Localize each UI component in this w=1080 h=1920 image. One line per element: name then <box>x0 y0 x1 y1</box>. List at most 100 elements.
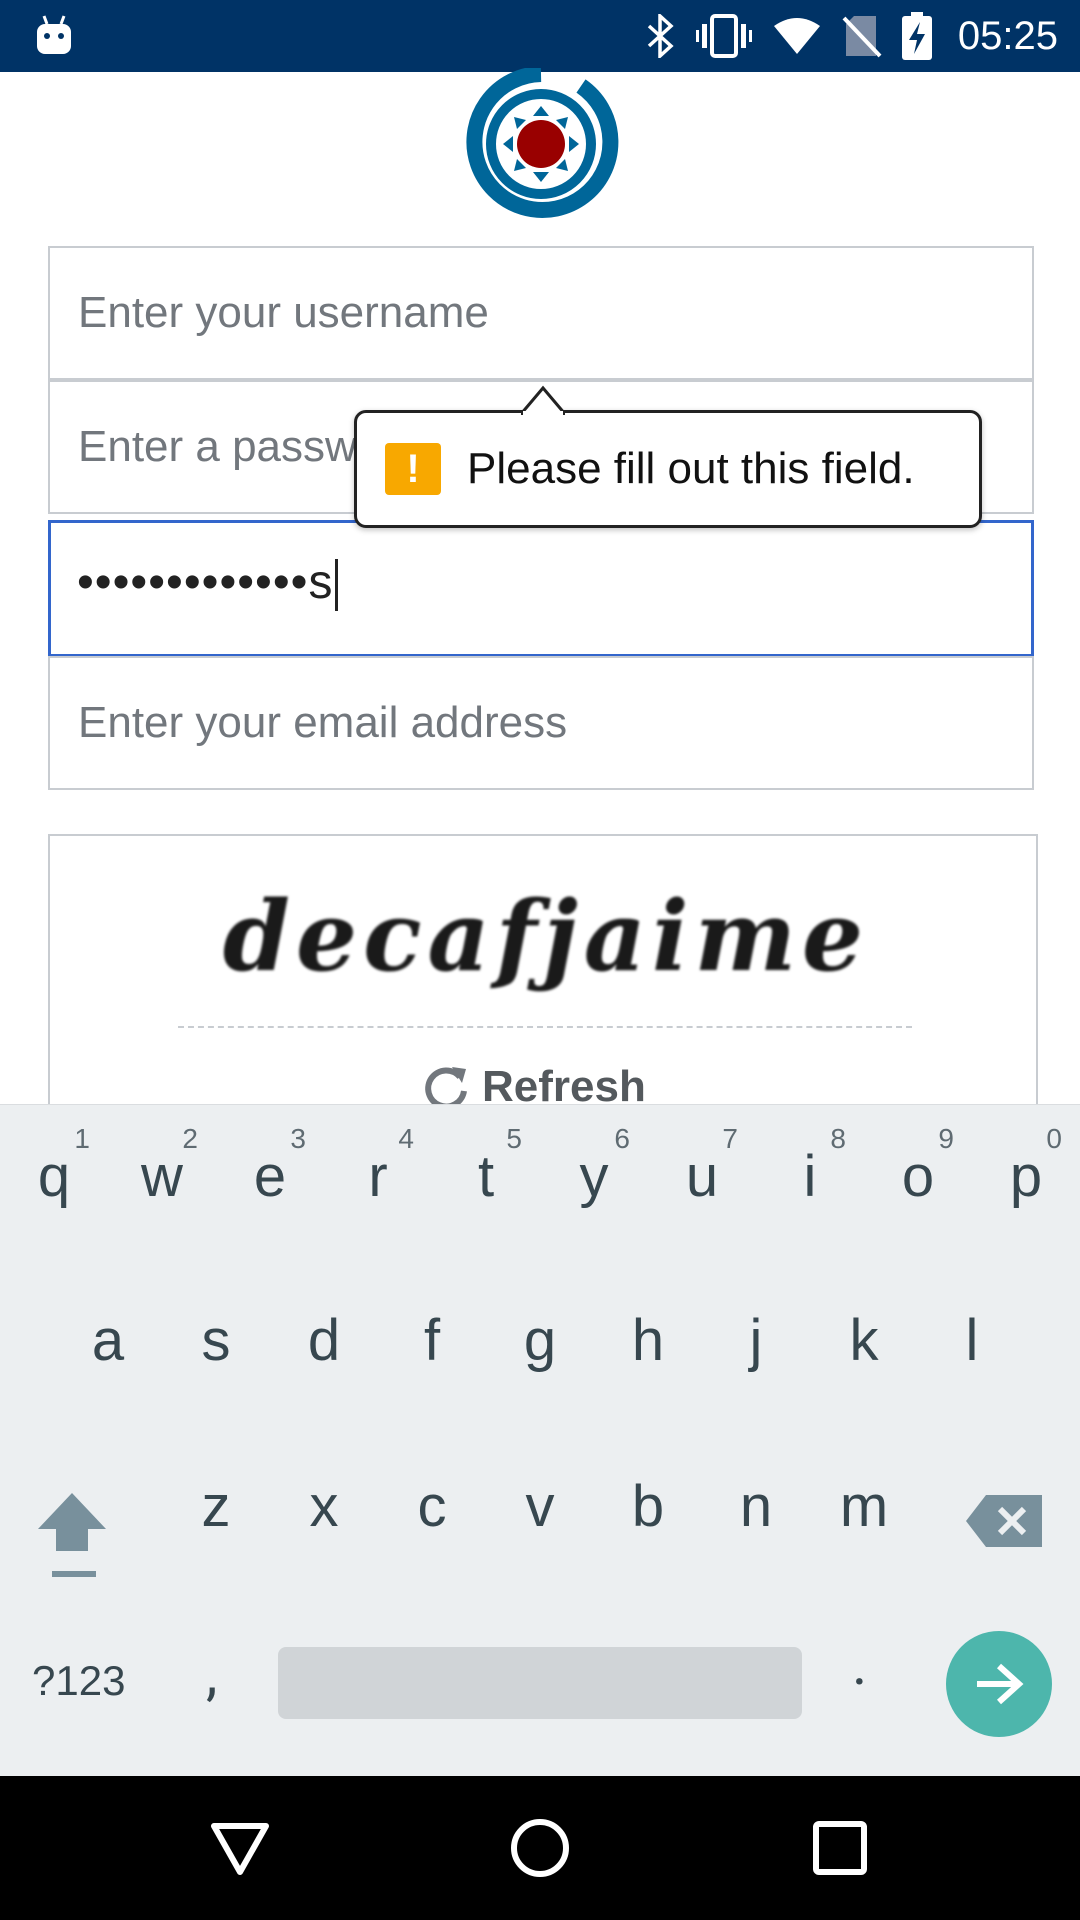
key-k[interactable]: k <box>810 1269 918 1409</box>
key-hint: 8 <box>830 1123 846 1154</box>
soft-keyboard: q1w2e3r4t5y6u7i8o9p0 asdfghjkl zxcvbnm ?… <box>0 1104 1080 1777</box>
key-label: g <box>523 1308 557 1373</box>
key-p[interactable]: p0 <box>972 1105 1080 1245</box>
key-label: x <box>309 1474 339 1539</box>
key-label: d <box>307 1308 341 1373</box>
key-label: q <box>37 1144 71 1209</box>
key-hint: 0 <box>1046 1123 1062 1154</box>
key-z[interactable]: z <box>162 1435 270 1575</box>
key-label: u <box>685 1144 719 1209</box>
key-hint: 9 <box>938 1123 954 1154</box>
key-label: p <box>1009 1144 1043 1209</box>
warning-icon: ! <box>385 443 441 495</box>
key-label: h <box>631 1308 665 1373</box>
key-label: z <box>201 1474 231 1539</box>
key-h[interactable]: h <box>594 1269 702 1409</box>
key-label: m <box>839 1474 889 1539</box>
confirm-password-input[interactable]: •••••••••••••s <box>77 555 339 612</box>
key-b[interactable]: b <box>594 1435 702 1575</box>
key-label: b <box>631 1474 665 1539</box>
key-f[interactable]: f <box>378 1269 486 1409</box>
key-q[interactable]: q1 <box>0 1105 108 1245</box>
key-e[interactable]: e3 <box>216 1105 324 1245</box>
backspace-key[interactable] <box>966 1493 1042 1549</box>
wikimedia-commons-logo <box>466 68 619 218</box>
shift-key[interactable] <box>30 1489 114 1585</box>
key-label: c <box>417 1474 447 1539</box>
key-c[interactable]: c <box>378 1435 486 1575</box>
key-label: y <box>579 1144 609 1209</box>
key-label: s <box>201 1308 231 1373</box>
arrow-right-icon <box>977 1663 1024 1705</box>
space-key[interactable] <box>278 1647 802 1719</box>
key-label: n <box>739 1474 773 1539</box>
captcha-text: decafjaime <box>222 879 870 993</box>
captcha-divider <box>178 1026 912 1028</box>
no-sim-icon <box>842 16 882 58</box>
key-t[interactable]: t5 <box>432 1105 540 1245</box>
validation-tooltip: ! Please fill out this field. <box>354 385 982 528</box>
key-d[interactable]: d <box>270 1269 378 1409</box>
key-label: f <box>423 1308 441 1373</box>
key-label: r <box>368 1144 388 1209</box>
key-label: t <box>477 1144 495 1209</box>
captcha-box: decafjaime Refresh <box>48 834 1038 1114</box>
symbols-key[interactable]: ?123 <box>32 1657 125 1705</box>
status-bar: 05:25 <box>0 0 1080 72</box>
key-s[interactable]: s <box>162 1269 270 1409</box>
key-m[interactable]: m <box>810 1435 918 1575</box>
key-label: j <box>749 1308 763 1373</box>
vibrate-icon <box>695 14 752 58</box>
key-label: l <box>965 1308 979 1373</box>
key-label: w <box>141 1144 183 1209</box>
key-label: i <box>803 1144 817 1209</box>
wifi-icon <box>773 18 820 54</box>
key-w[interactable]: w2 <box>108 1105 216 1245</box>
back-button[interactable] <box>208 1816 272 1880</box>
key-r[interactable]: r4 <box>324 1105 432 1245</box>
confirm-password-value: •••••••••••••s <box>77 556 334 609</box>
key-hint: 1 <box>74 1123 90 1154</box>
key-x[interactable]: x <box>270 1435 378 1575</box>
home-button[interactable] <box>508 1816 572 1880</box>
key-label: v <box>525 1474 555 1539</box>
key-hint: 2 <box>182 1123 198 1154</box>
key-hint: 4 <box>398 1123 414 1154</box>
key-j[interactable]: j <box>702 1269 810 1409</box>
key-u[interactable]: u7 <box>648 1105 756 1245</box>
comma-key[interactable]: , <box>206 1641 217 1709</box>
tooltip-message: Please fill out this field. <box>467 444 915 493</box>
key-l[interactable]: l <box>918 1269 1026 1409</box>
key-o[interactable]: o9 <box>864 1105 972 1245</box>
key-g[interactable]: g <box>486 1269 594 1409</box>
period-key[interactable]: . <box>852 1631 867 1699</box>
key-v[interactable]: v <box>486 1435 594 1575</box>
email-field[interactable] <box>48 656 1034 790</box>
captcha-image: decafjaime <box>186 866 906 1006</box>
email-input[interactable] <box>50 658 1032 788</box>
key-hint: 7 <box>722 1123 738 1154</box>
username-field[interactable] <box>48 246 1034 380</box>
android-icon <box>37 15 71 54</box>
key-y[interactable]: y6 <box>540 1105 648 1245</box>
battery-charging-icon <box>901 12 932 60</box>
bluetooth-icon <box>647 14 674 58</box>
key-label: o <box>901 1144 935 1209</box>
key-label: e <box>253 1144 287 1209</box>
key-hint: 5 <box>506 1123 522 1154</box>
tooltip-arrow <box>521 385 565 415</box>
key-label: a <box>91 1308 125 1373</box>
navigation-bar <box>0 1776 1080 1920</box>
enter-key[interactable] <box>946 1631 1052 1737</box>
key-i[interactable]: i8 <box>756 1105 864 1245</box>
text-caret <box>335 559 339 612</box>
clock: 05:25 <box>957 13 1058 58</box>
confirm-password-field[interactable]: •••••••••••••s <box>48 520 1034 657</box>
key-n[interactable]: n <box>702 1435 810 1575</box>
username-input[interactable] <box>50 248 1032 378</box>
recents-button[interactable] <box>808 1816 872 1880</box>
key-hint: 6 <box>614 1123 630 1154</box>
key-hint: 3 <box>290 1123 306 1154</box>
key-a[interactable]: a <box>54 1269 162 1409</box>
key-label: k <box>849 1308 879 1373</box>
